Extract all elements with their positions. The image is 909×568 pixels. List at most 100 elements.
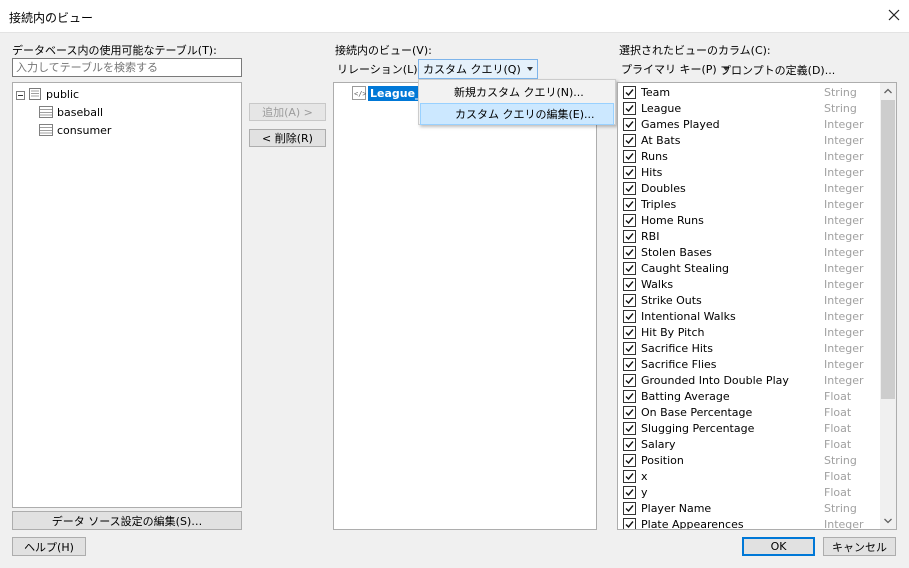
column-checkbox[interactable] [623, 453, 636, 467]
column-name: Plate Appearences [641, 517, 744, 530]
custom-query-icon: </> [352, 86, 367, 100]
column-checkbox[interactable] [623, 485, 636, 499]
view-item[interactable]: </> League_ [352, 85, 423, 101]
remove-button[interactable]: < 削除(R) [249, 129, 326, 147]
column-row[interactable]: Slugging Percentage Float [618, 420, 878, 436]
new-custom-query-menu-item[interactable]: 新規カスタム クエリ(N)... [420, 81, 614, 103]
column-row[interactable]: x Float [618, 468, 878, 484]
column-row[interactable]: Grounded Into Double Play Integer [618, 372, 878, 388]
tree-node-table[interactable]: consumer [39, 121, 111, 139]
column-checkbox[interactable] [623, 85, 636, 99]
primary-key-dropdown-label: プライマリ キー(P) [621, 63, 717, 76]
column-type: Integer [824, 373, 864, 387]
column-checkbox[interactable] [623, 245, 636, 259]
column-name: Games Played [641, 117, 720, 131]
column-row[interactable]: Position String [618, 452, 878, 468]
edit-custom-query-menu-item[interactable]: カスタム クエリの編集(E)... [420, 103, 614, 125]
column-row[interactable]: Runs Integer [618, 148, 878, 164]
column-checkbox[interactable] [623, 517, 636, 529]
column-checkbox[interactable] [623, 229, 636, 243]
column-type: Float [824, 437, 852, 451]
primary-key-dropdown[interactable]: プライマリ キー(P) [621, 61, 729, 77]
column-checkbox[interactable] [623, 357, 636, 371]
column-name: On Base Percentage [641, 405, 753, 419]
edit-datasource-button[interactable]: データ ソース設定の編集(S)… [12, 511, 242, 530]
column-row[interactable]: On Base Percentage Float [618, 404, 878, 420]
ok-button[interactable]: OK [742, 537, 815, 556]
column-checkbox[interactable] [623, 405, 636, 419]
column-row[interactable]: Sacrifice Flies Integer [618, 356, 878, 372]
column-row[interactable]: RBI Integer [618, 228, 878, 244]
scroll-up-icon[interactable] [880, 83, 896, 99]
column-name: Triples [641, 197, 677, 211]
close-icon[interactable] [885, 6, 903, 24]
column-row[interactable]: Intentional Walks Integer [618, 308, 878, 324]
collapse-icon[interactable] [16, 90, 25, 100]
column-type: Integer [824, 277, 864, 291]
column-name: Walks [641, 277, 674, 291]
column-checkbox[interactable] [623, 213, 636, 227]
column-name: Salary [641, 437, 676, 451]
vertical-scrollbar[interactable] [880, 83, 896, 529]
column-row[interactable]: Player Name String [618, 500, 878, 516]
tree-node-schema[interactable]: public [16, 85, 79, 103]
column-checkbox[interactable] [623, 197, 636, 211]
column-checkbox[interactable] [623, 501, 636, 515]
column-checkbox[interactable] [623, 373, 636, 387]
column-checkbox[interactable] [623, 469, 636, 483]
column-row[interactable]: Stolen Bases Integer [618, 244, 878, 260]
column-row[interactable]: Hits Integer [618, 164, 878, 180]
column-checkbox[interactable] [623, 277, 636, 291]
tables-tree[interactable]: public baseball consumer [12, 82, 242, 508]
column-checkbox[interactable] [623, 261, 636, 275]
column-checkbox[interactable] [623, 117, 636, 131]
column-row[interactable]: Games Played Integer [618, 116, 878, 132]
column-row[interactable]: Home Runs Integer [618, 212, 878, 228]
column-row[interactable]: Plate Appearences Integer [618, 516, 878, 529]
column-row[interactable]: Strike Outs Integer [618, 292, 878, 308]
column-row[interactable]: Triples Integer [618, 196, 878, 212]
add-button[interactable]: 追加(A) > [249, 103, 326, 121]
table-search-input[interactable] [12, 58, 242, 77]
column-type: Integer [824, 197, 864, 211]
column-checkbox[interactable] [623, 421, 636, 435]
column-type: String [824, 85, 857, 99]
column-checkbox[interactable] [623, 181, 636, 195]
column-row[interactable]: At Bats Integer [618, 132, 878, 148]
column-row[interactable]: Batting Average Float [618, 388, 878, 404]
relation-dropdown[interactable]: リレーション(L) [337, 61, 430, 77]
column-row[interactable]: Hit By Pitch Integer [618, 324, 878, 340]
help-button[interactable]: ヘルプ(H) [12, 537, 86, 556]
column-name: Strike Outs [641, 293, 702, 307]
column-row[interactable]: Sacrifice Hits Integer [618, 340, 878, 356]
cancel-button[interactable]: キャンセル [823, 537, 896, 556]
column-checkbox[interactable] [623, 293, 636, 307]
column-row[interactable]: Doubles Integer [618, 180, 878, 196]
column-checkbox[interactable] [623, 389, 636, 403]
column-checkbox[interactable] [623, 325, 636, 339]
column-row[interactable]: League String [618, 100, 878, 116]
column-checkbox[interactable] [623, 437, 636, 451]
column-checkbox[interactable] [623, 165, 636, 179]
column-name: Home Runs [641, 213, 704, 227]
scroll-down-icon[interactable] [880, 513, 896, 529]
column-checkbox[interactable] [623, 149, 636, 163]
column-row[interactable]: Team String [618, 84, 878, 100]
views-list[interactable]: </> League_ [333, 82, 597, 530]
tree-node-table[interactable]: baseball [39, 103, 103, 121]
column-type: Integer [824, 357, 864, 371]
column-row[interactable]: Salary Float [618, 436, 878, 452]
column-type: Integer [824, 517, 864, 530]
column-checkbox[interactable] [623, 133, 636, 147]
column-row[interactable]: y Float [618, 484, 878, 500]
column-row[interactable]: Walks Integer [618, 276, 878, 292]
schema-name: public [46, 87, 80, 101]
column-checkbox[interactable] [623, 341, 636, 355]
column-row[interactable]: Caught Stealing Integer [618, 260, 878, 276]
scroll-thumb[interactable] [881, 100, 895, 399]
column-checkbox[interactable] [623, 309, 636, 323]
prompt-definition-link[interactable]: プロンプトの定義(D)... [720, 62, 835, 78]
custom-query-dropdown[interactable]: カスタム クエリ(Q) [418, 59, 538, 79]
columns-list[interactable]: Team String League String Games Played Intege… [617, 82, 897, 530]
column-checkbox[interactable] [623, 101, 636, 115]
